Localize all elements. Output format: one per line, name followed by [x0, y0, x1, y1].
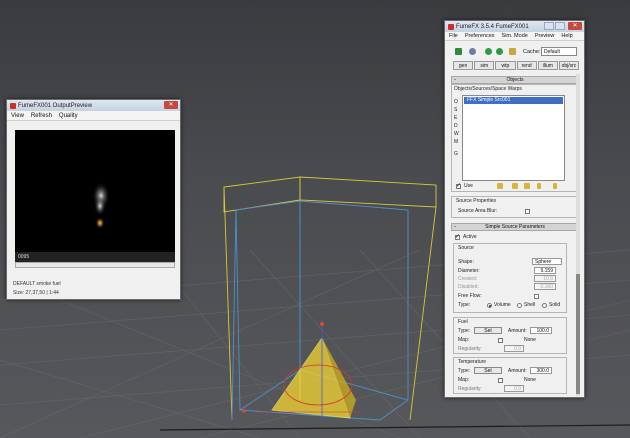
simple-source-gizmo [242, 320, 360, 420]
fumefx-app-icon [10, 102, 16, 109]
use-checkbox[interactable] [456, 182, 461, 189]
diameter-spinner[interactable]: 9.159 [534, 267, 556, 274]
source-area-blur-label: Source Area Blur: [458, 208, 498, 214]
play-icon[interactable] [485, 48, 492, 55]
wrench-icon[interactable] [469, 48, 476, 55]
objects-list-label: Objects/Sources/Space Warps [454, 86, 522, 92]
maximize-button[interactable] [555, 22, 565, 30]
active-checkbox[interactable] [455, 233, 460, 240]
pick-icon[interactable] [497, 183, 503, 189]
size-info: Size: 27,37,50 | 1:44 [13, 290, 59, 296]
fuel-map-value[interactable]: None [524, 337, 536, 343]
created-label: Created: [458, 276, 478, 282]
minimize-button[interactable] [544, 22, 554, 30]
free-flow-checkbox[interactable] [534, 294, 539, 299]
cache-label: Cache: [523, 49, 541, 55]
list-item-ffx-simple-src[interactable]: FFX Simple Src001 [464, 97, 563, 104]
free-flow-label: Free Flow: [458, 293, 482, 299]
temperature-amount-spinner[interactable]: 300.0 [530, 367, 552, 374]
fuel-regularity-spinner[interactable]: 0.0 [504, 345, 524, 352]
tab-obj-src[interactable]: obj/src [558, 61, 580, 70]
rollout-panel[interactable]: - Objects Objects/Sources/Space Warps O S… [451, 74, 579, 396]
tab-rend[interactable]: rend [516, 61, 537, 70]
menu-preview[interactable]: Preview [535, 33, 555, 39]
menu-quality[interactable]: Quality [59, 113, 78, 119]
disabled-label: Disabled: [458, 284, 479, 290]
arrow-up-icon[interactable] [537, 183, 541, 189]
scrollbar-thumb[interactable] [576, 274, 580, 394]
objects-rollout-header[interactable]: - Objects [451, 76, 579, 84]
source-properties-label: Source Properties [456, 198, 497, 204]
open-icon[interactable] [455, 48, 462, 55]
type-label: Type: [458, 302, 471, 308]
simple-source-rollout-header[interactable]: - Simple Source Parameters [451, 223, 579, 231]
temperature-map-value[interactable]: None [524, 377, 536, 383]
type-solid-radio[interactable] [542, 303, 547, 308]
preview-render-area [15, 130, 175, 252]
shape-dropdown[interactable]: Sphere [532, 258, 562, 265]
fumefx-title: FumeFX 3.5.4 FumeFX001 [456, 23, 529, 30]
diameter-label: Diameter: [458, 268, 480, 274]
source-area-blur-checkbox[interactable] [525, 209, 530, 214]
fumefx-menubar: File Preferences Sim. Mode Preview Help [445, 32, 584, 41]
menu-refresh[interactable]: Refresh [31, 113, 52, 119]
tab-gen[interactable]: gen [453, 61, 474, 70]
output-preview-window[interactable]: FumeFX001 OutputPreview ✕ View Refresh Q… [6, 99, 181, 300]
fuel-map-checkbox[interactable] [498, 338, 503, 343]
objects-group: Objects/Sources/Space Warps O S E D W M … [451, 84, 579, 192]
menu-file[interactable]: File [449, 33, 458, 39]
menu-help[interactable]: Help [561, 33, 572, 39]
type-volume-radio[interactable] [487, 303, 492, 308]
fuel-amount-spinner[interactable]: 100.0 [530, 327, 552, 334]
fumefx-panel[interactable]: FumeFX 3.5.4 FumeFX001 ✕ File Preference… [444, 20, 585, 398]
fuel-group: Fuel Type: Set Amount: 100.0 Map: None R… [453, 317, 567, 354]
tab-bar: gen sim wtp rend illum obj/src [453, 61, 580, 70]
active-label: Active [463, 234, 477, 240]
continue-icon[interactable] [496, 48, 503, 55]
close-button[interactable]: ✕ [164, 101, 178, 109]
fumefx-titlebar[interactable]: FumeFX 3.5.4 FumeFX001 ✕ [445, 21, 584, 32]
type-shell-radio[interactable] [517, 303, 522, 308]
output-preview-title: FumeFX001 OutputPreview [18, 102, 93, 109]
menu-preferences[interactable]: Preferences [465, 33, 495, 39]
fuel-set-button[interactable]: Set [474, 327, 502, 334]
created-spinner[interactable]: 10.0 [534, 275, 556, 282]
tab-sim[interactable]: sim [474, 61, 495, 70]
remove-icon[interactable] [524, 183, 530, 189]
frame-number: 0095 [15, 252, 175, 262]
disabled-spinner[interactable]: 0.160 [534, 283, 556, 290]
close-button[interactable]: ✕ [568, 22, 582, 30]
objects-list[interactable]: FFX Simple Src001 [462, 95, 565, 181]
shape-label: Shape: [458, 259, 474, 265]
tab-wtp[interactable]: wtp [495, 61, 516, 70]
menu-sim-mode[interactable]: Sim. Mode [502, 33, 528, 39]
preview-icon[interactable] [509, 48, 516, 55]
frame-slider[interactable] [15, 262, 175, 268]
panel-scrollbar[interactable] [576, 74, 580, 396]
fumefx-app-icon [448, 23, 454, 30]
source-group: Source Shape: Sphere Diameter: 9.159 Cre… [453, 243, 567, 313]
temperature-regularity-spinner[interactable]: 0.0 [504, 385, 524, 392]
menu-view[interactable]: View [11, 113, 24, 119]
source-properties-group: Source Properties Source Area Blur: [451, 196, 579, 218]
temperature-set-button[interactable]: Set [474, 367, 502, 374]
channel-info: DEFAULT smoke fuel [13, 281, 61, 287]
arrow-down-icon[interactable] [553, 183, 557, 189]
simple-source-params: Active Source Shape: Sphere Diameter: 9.… [451, 231, 579, 396]
tab-illum[interactable]: illum [537, 61, 558, 70]
use-label: Use [464, 183, 473, 189]
cache-select[interactable]: Default [541, 47, 577, 56]
add-icon[interactable] [512, 183, 518, 189]
preview-menubar: View Refresh Quality [7, 111, 180, 121]
smoke-plume-image [92, 182, 110, 228]
output-preview-titlebar[interactable]: FumeFX001 OutputPreview ✕ [7, 100, 180, 111]
temperature-group: Temperature Type: Set Amount: 300.0 Map:… [453, 357, 567, 394]
temperature-map-checkbox[interactable] [498, 378, 503, 383]
